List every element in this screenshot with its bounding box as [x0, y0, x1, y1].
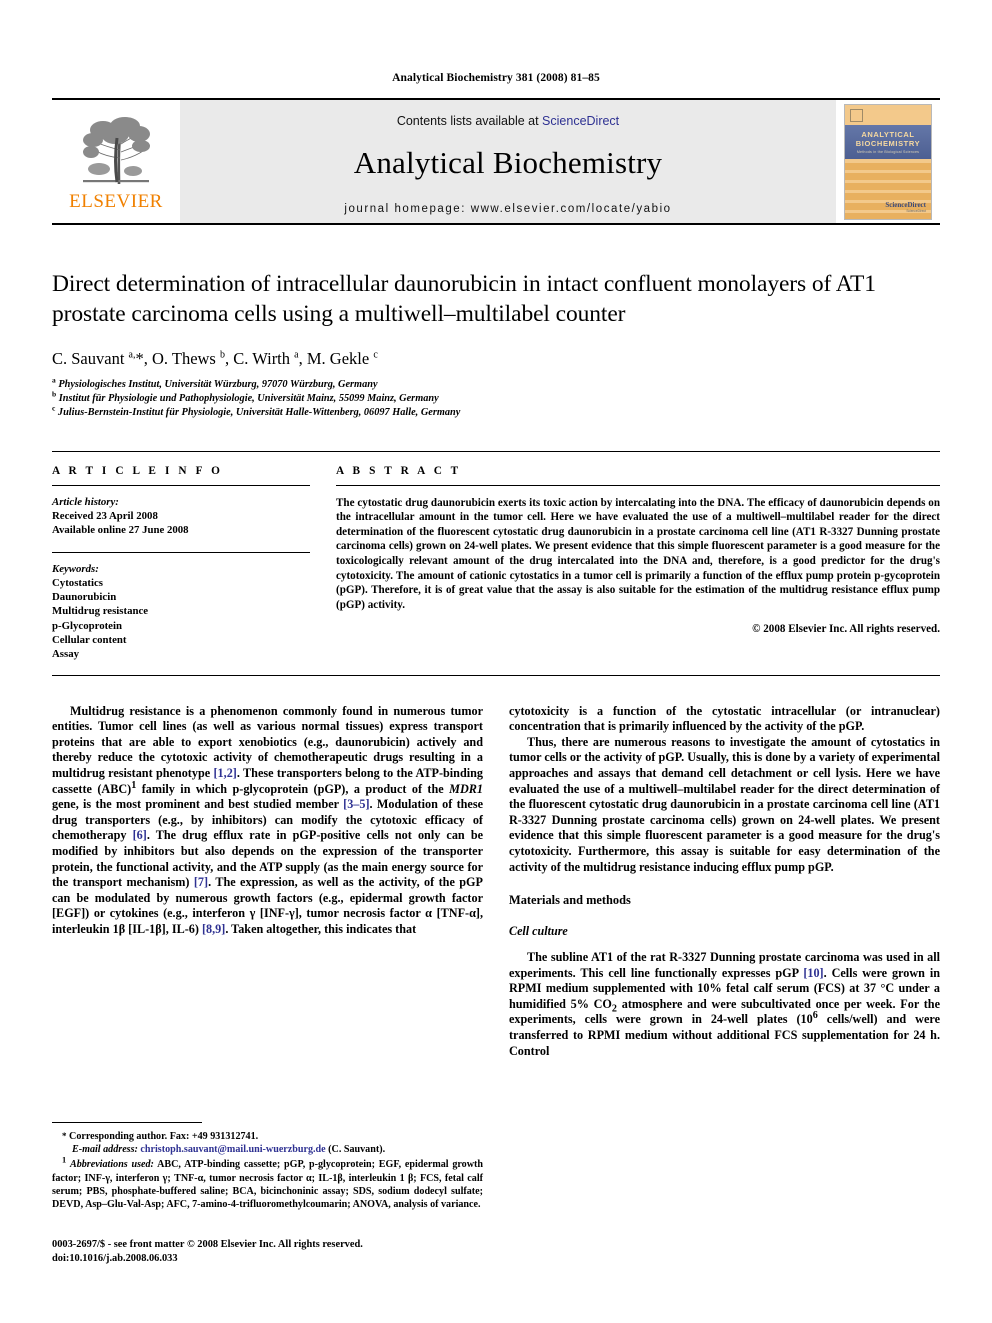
colophon: 0003-2697/$ - see front matter © 2008 El… — [52, 1238, 363, 1265]
body-column-left: Multidrug resistance is a phenomenon com… — [52, 704, 483, 1060]
keywords-divider — [52, 551, 310, 553]
issn-copyright-line: 0003-2697/$ - see front matter © 2008 El… — [52, 1239, 363, 1250]
journal-title: Analytical Biochemistry — [353, 145, 663, 180]
abstract-bottom-divider — [52, 674, 940, 676]
article-info-abstract-block: A R T I C L E I N F O Article history: R… — [52, 450, 940, 662]
keyword-item: Assay — [52, 648, 79, 661]
body-paragraph: The subline AT1 of the rat R-3327 Dunnin… — [509, 950, 940, 1058]
cover-title-line1: ANALYTICAL — [861, 129, 915, 139]
keyword-item: Cytostatics — [52, 576, 103, 589]
email-address-note[interactable]: E-mail address: christoph.sauvant@mail.u… — [52, 1143, 483, 1156]
masthead-center: Contents lists available at ScienceDirec… — [180, 100, 836, 223]
journal-article-page: Analytical Biochemistry 381 (2008) 81–85 — [0, 0, 992, 1323]
elsevier-logo: ELSEVIER — [52, 100, 180, 223]
journal-homepage-url[interactable]: journal homepage: www.elsevier.com/locat… — [344, 203, 671, 215]
affiliation-c: c Julius-Bernstein-Institut für Physiolo… — [52, 403, 940, 420]
cover-title-band: ANALYTICAL BIOCHEMISTRY Methods in the B… — [845, 124, 931, 159]
keyword-item: Multidrug resistance — [52, 605, 149, 618]
article-info-column: A R T I C L E I N F O Article history: R… — [52, 465, 310, 662]
doi-line[interactable]: doi:10.1016/j.ab.2008.06.033 — [52, 1252, 363, 1266]
cover-subtitle: Methods in the Biological Sciences — [856, 149, 920, 154]
subsection-heading-cell-culture: Cell culture — [509, 924, 568, 939]
journal-masthead: ELSEVIER Contents lists available at Sci… — [52, 98, 940, 225]
running-head: Analytical Biochemistry 381 (2008) 81–85 — [392, 72, 600, 84]
keywords-label: Keywords: — [52, 562, 99, 575]
sciencedirect-link[interactable]: ScienceDirect — [542, 114, 619, 128]
affiliation-a: a Physiologisches Institut, Universität … — [52, 375, 940, 392]
journal-cover-thumbnail: ANALYTICAL BIOCHEMISTRY Methods in the B… — [836, 100, 940, 223]
affiliation-marker-b: b — [52, 389, 57, 399]
cover-publisher-mark-icon — [850, 108, 863, 122]
cover-title-line2: BIOCHEMISTRY — [855, 138, 921, 148]
article-received-date: Received 23 April 2008 — [52, 509, 158, 522]
body-paragraph: cytotoxicity is a function of the cytost… — [509, 703, 940, 734]
elsevier-wordmark: ELSEVIER — [69, 191, 163, 212]
keyword-item: p-Glycoprotein — [52, 619, 122, 632]
affiliation-text-b: Institut für Physiologie und Pathophysio… — [58, 393, 439, 405]
article-history-block: Article history: Received 23 April 2008 … — [52, 495, 310, 538]
body-column-right: cytotoxicity is a function of the cytost… — [509, 704, 940, 1060]
abstract-text: The cytostatic drug daunorubicin exerts … — [336, 496, 940, 611]
abstract-heading: A B S T R A C T — [336, 464, 462, 477]
footnote-divider — [52, 1122, 202, 1123]
corresponding-author-note: * Corresponding author. Fax: +49 9313127… — [62, 1131, 259, 1142]
article-info-divider — [52, 484, 310, 486]
abstract-divider — [336, 484, 940, 486]
footnote-block: * Corresponding author. Fax: +49 9313127… — [52, 1122, 483, 1211]
article-history-label: Article history: — [52, 495, 119, 508]
cover-badge-name: ScienceDirect — [885, 200, 926, 209]
abstract-copyright: © 2008 Elsevier Inc. All rights reserved… — [752, 623, 940, 636]
body-paragraph: Multidrug resistance is a phenomenon com… — [52, 703, 484, 936]
contents-prefix: Contents lists available at — [396, 114, 543, 128]
affiliation-list: a Physiologisches Institut, Universität … — [52, 375, 940, 421]
elsevier-tree-icon — [79, 114, 153, 190]
abstract-column: A B S T R A C T The cytostatic drug daun… — [336, 465, 940, 662]
author-list: C. Sauvant a,*, O. Thews b, C. Wirth a, … — [52, 349, 378, 368]
contents-lists-line: Contents lists available at ScienceDirec… — [397, 114, 619, 128]
affiliation-text-c: Julius-Bernstein-Institut für Physiologi… — [57, 407, 461, 419]
affiliation-marker-a: a — [52, 375, 56, 385]
cover-sciencedirect-badge: ScienceDirect ScienceDirect — [885, 201, 926, 213]
keywords-block: Keywords: Cytostatics Daunorubicin Multi… — [52, 562, 310, 662]
affiliation-b: b Institut für Physiologie und Pathophys… — [52, 389, 940, 406]
body-columns: Multidrug resistance is a phenomenon com… — [52, 704, 940, 1060]
page-title: Direct determination of intracellular da… — [52, 271, 876, 327]
cover-image: ANALYTICAL BIOCHEMISTRY Methods in the B… — [844, 103, 932, 220]
body-paragraph: Thus, there are numerous reasons to inve… — [509, 734, 940, 874]
article-available-online-date: Available online 27 June 2008 — [52, 524, 189, 537]
keyword-item: Daunorubicin — [52, 591, 117, 604]
article-info-heading: A R T I C L E I N F O — [52, 464, 223, 477]
cover-badge-small: ScienceDirect — [906, 208, 926, 213]
affiliation-text-a: Physiologisches Institut, Universität Wü… — [58, 379, 378, 390]
keyword-item: Cellular content — [52, 633, 127, 646]
section-heading-materials-and-methods: Materials and methods — [509, 893, 631, 908]
abbreviations-note: 1 Abbreviations used: ABC, ATP-binding c… — [52, 1156, 483, 1211]
affiliation-marker-c: c — [52, 403, 56, 413]
